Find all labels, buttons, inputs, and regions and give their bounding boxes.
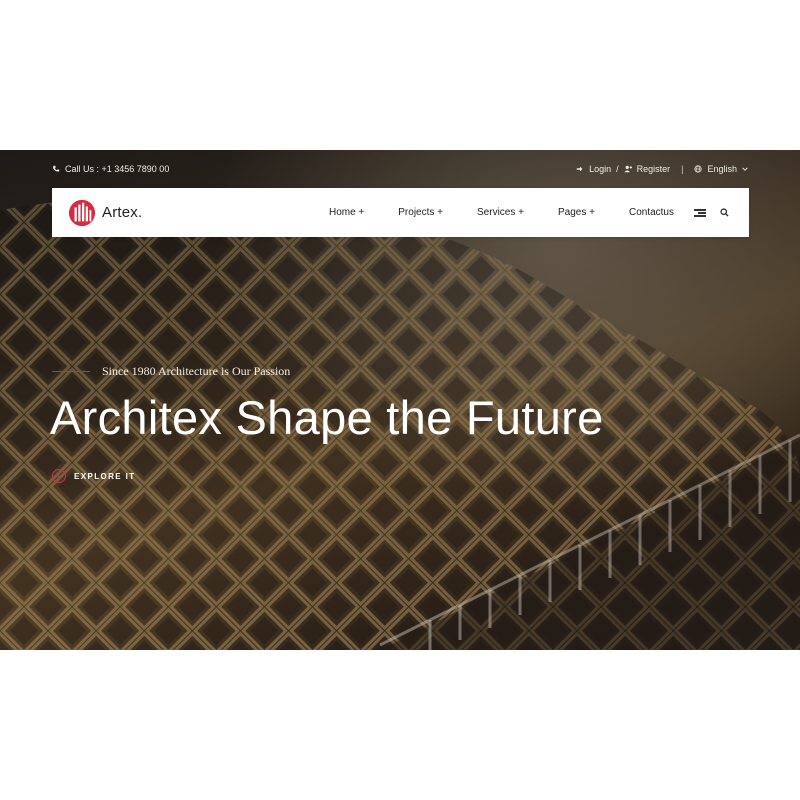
tagline-text: Since 1980 Architecture is Our Passion	[102, 364, 291, 378]
hero-headline: Architex Shape the Future	[50, 391, 604, 444]
search-icon[interactable]	[720, 208, 729, 217]
language-selector[interactable]: English	[707, 164, 737, 174]
brand-logo[interactable]: Artex.	[68, 199, 142, 227]
explore-button[interactable]: › EXPLORE IT	[52, 469, 136, 483]
top-bar: Call Us : +1 3456 7890 00 Login / Regist…	[52, 150, 748, 188]
menu-icon[interactable]	[694, 208, 706, 217]
nav-item-projects[interactable]: Projects +	[398, 207, 443, 218]
phone-number: Call Us : +1 3456 7890 00	[65, 164, 170, 174]
nav-menu: Home + Projects + Services + Pages + Con…	[329, 207, 729, 218]
nav-item-pages[interactable]: Pages +	[558, 207, 595, 218]
login-icon	[576, 166, 583, 172]
main-navbar: Artex. Home + Projects + Services + Page…	[52, 188, 749, 237]
nav-item-services[interactable]: Services +	[477, 207, 524, 218]
login-link[interactable]: Login	[589, 164, 611, 174]
register-link[interactable]: Register	[637, 164, 671, 174]
nav-icons	[694, 208, 729, 217]
hero-tagline: Since 1980 Architecture is Our Passion	[52, 364, 290, 379]
arrow-right-icon: ›	[52, 469, 66, 483]
globe-icon	[694, 165, 703, 173]
tagline-accent-line	[52, 371, 90, 372]
phone-icon	[53, 165, 60, 172]
topbar-separator: |	[681, 164, 684, 174]
logo-icon	[68, 199, 96, 226]
register-icon	[624, 165, 632, 173]
explore-label: EXPLORE IT	[74, 471, 136, 481]
chevron-down-icon[interactable]	[742, 166, 748, 172]
hero-section: Call Us : +1 3456 7890 00 Login / Regist…	[0, 150, 800, 650]
login-register-divider: /	[616, 164, 619, 174]
nav-item-contactus[interactable]: Contactus	[629, 207, 674, 218]
nav-item-home[interactable]: Home +	[329, 207, 364, 218]
brand-name: Artex.	[102, 204, 143, 221]
